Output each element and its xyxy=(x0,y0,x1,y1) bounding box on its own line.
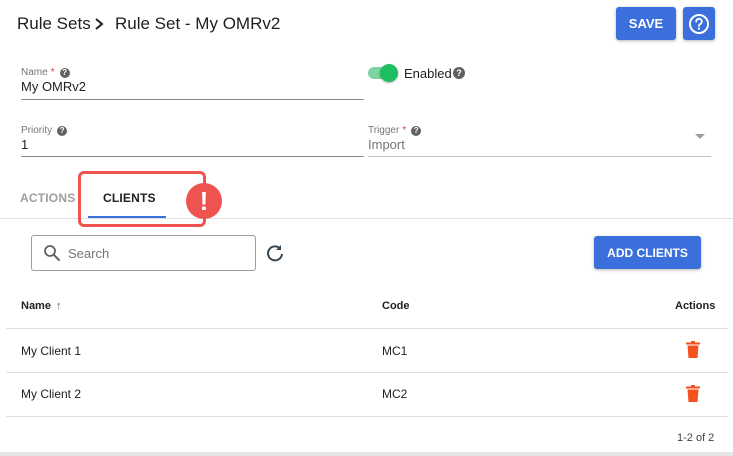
save-button[interactable]: SAVE xyxy=(616,7,676,40)
table-cell-name: My Client 2 xyxy=(21,387,82,401)
chevron-right-icon xyxy=(95,18,104,30)
breadcrumb-rule-sets[interactable]: Rule Sets xyxy=(17,14,91,34)
table-row-divider xyxy=(6,416,728,417)
priority-field-underline xyxy=(21,156,364,157)
name-field-underline xyxy=(21,99,364,100)
trigger-label-text: Trigger xyxy=(368,125,400,136)
priority-field[interactable]: 1 xyxy=(21,137,28,152)
column-header-code[interactable]: Code xyxy=(382,300,410,312)
trigger-select[interactable]: Import xyxy=(368,137,405,152)
sort-ascending-icon[interactable]: ↑ xyxy=(56,300,62,312)
bottom-strip xyxy=(0,452,733,456)
add-clients-button[interactable]: ADD CLIENTS xyxy=(594,236,701,269)
name-field[interactable]: My OMRv2 xyxy=(21,79,86,94)
enabled-toggle-knob[interactable] xyxy=(380,64,398,82)
search-box[interactable] xyxy=(31,235,256,271)
help-icon[interactable]: ? xyxy=(453,67,465,79)
delete-icon[interactable] xyxy=(686,341,700,358)
help-circle-icon xyxy=(689,13,709,34)
search-icon xyxy=(44,245,60,261)
required-marker: * xyxy=(50,67,55,78)
alert-icon: ! xyxy=(186,183,222,219)
pagination-label: 1-2 of 2 xyxy=(677,432,715,444)
priority-field-label: Priority? xyxy=(21,125,68,136)
dropdown-arrow-icon[interactable] xyxy=(694,133,706,141)
table-cell-code: MC1 xyxy=(382,344,408,358)
trigger-field-label: Trigger *? xyxy=(368,125,422,136)
help-icon[interactable]: ? xyxy=(411,125,422,136)
column-header-name[interactable]: Name ↑ xyxy=(21,300,61,312)
table-cell-name: My Client 1 xyxy=(21,344,82,358)
name-label-text: Name xyxy=(21,67,48,78)
refresh-icon[interactable] xyxy=(265,243,285,263)
page-title: Rule Set - My OMRv2 xyxy=(115,14,281,33)
table-cell-code: MC2 xyxy=(382,387,408,401)
table-row-divider xyxy=(6,372,728,373)
column-header-actions: Actions xyxy=(675,300,716,312)
help-icon[interactable]: ? xyxy=(57,125,68,136)
column-header-name-text: Name xyxy=(21,300,51,312)
priority-label-text: Priority xyxy=(21,125,53,136)
delete-icon[interactable] xyxy=(686,385,700,402)
help-button[interactable] xyxy=(683,7,715,40)
tab-actions[interactable]: ACTIONS xyxy=(20,191,75,205)
name-field-label: Name *? xyxy=(21,67,70,78)
required-marker: * xyxy=(402,125,407,136)
enabled-label: Enabled xyxy=(404,66,452,81)
help-icon[interactable]: ? xyxy=(59,67,70,78)
search-input[interactable] xyxy=(68,244,248,262)
table-header-divider xyxy=(6,328,728,329)
trigger-field-underline xyxy=(368,156,711,157)
